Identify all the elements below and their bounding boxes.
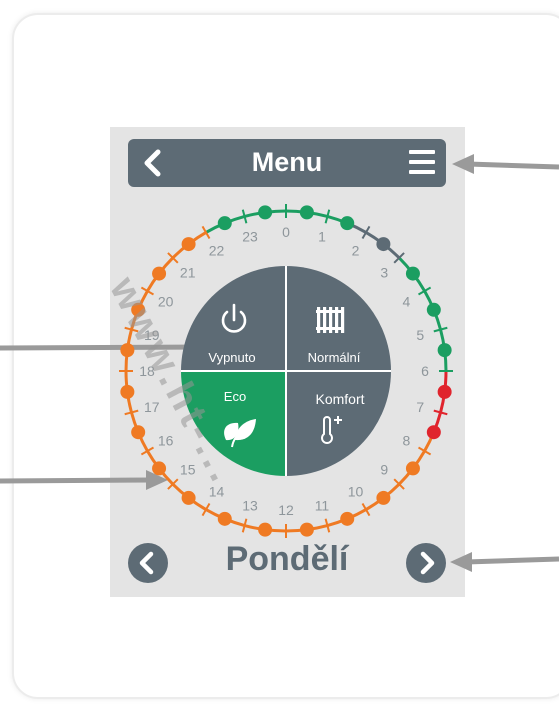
- prev-day-button[interactable]: [128, 543, 168, 583]
- schedule-point[interactable]: [217, 216, 232, 231]
- schedule-point[interactable]: [258, 522, 273, 537]
- schedule-point[interactable]: [426, 425, 441, 440]
- hour-label: 10: [348, 483, 364, 499]
- schedule-point[interactable]: [217, 511, 232, 526]
- schedule-point[interactable]: [258, 205, 273, 220]
- schedule-point[interactable]: [181, 237, 196, 252]
- hour-label: 12: [278, 502, 294, 518]
- hour-label: 23: [242, 229, 258, 245]
- chevron-left-icon: [139, 551, 154, 575]
- hour-label: 11: [315, 497, 330, 513]
- hour-label: 22: [209, 243, 225, 259]
- day-selector: Pondělí: [128, 540, 446, 590]
- schedule-point[interactable]: [376, 490, 391, 505]
- schedule-point[interactable]: [181, 490, 196, 505]
- hour-label: 9: [380, 461, 388, 477]
- mode-eco-label: Eco: [224, 389, 246, 404]
- schedule-point[interactable]: [152, 461, 167, 476]
- schedule-point[interactable]: [437, 343, 452, 358]
- schedule-point[interactable]: [131, 425, 146, 440]
- hour-label: 4: [402, 294, 410, 310]
- hour-label: 21: [180, 265, 196, 281]
- hour-label: 2: [352, 243, 360, 259]
- schedule-point[interactable]: [426, 302, 441, 317]
- hour-label: 7: [416, 399, 424, 415]
- hour-label: 13: [242, 497, 258, 513]
- schedule-point[interactable]: [405, 266, 420, 281]
- hour-label: 5: [416, 327, 424, 343]
- schedule-point[interactable]: [120, 384, 135, 399]
- hour-label: 3: [380, 265, 388, 281]
- chevron-right-icon: [420, 551, 435, 575]
- schedule-point[interactable]: [299, 205, 314, 220]
- schedule-point[interactable]: [299, 522, 314, 537]
- schedule-point[interactable]: [405, 461, 420, 476]
- hour-label: 1: [318, 229, 326, 245]
- schedule-point[interactable]: [340, 216, 355, 231]
- schedule-point[interactable]: [376, 237, 391, 252]
- hour-label: 0: [282, 224, 290, 240]
- hour-label: 17: [144, 399, 160, 415]
- mode-off-label: Vypnuto: [208, 350, 255, 365]
- schedule-point[interactable]: [437, 384, 452, 399]
- hour-label: 8: [402, 433, 410, 449]
- schedule-point[interactable]: [340, 511, 355, 526]
- hour-label: 16: [158, 433, 174, 449]
- schedule-wheel: 01234567891011121314151617181920212223: [0, 154, 559, 572]
- day-label: Pondělí: [225, 540, 349, 578]
- hour-label: 6: [421, 363, 429, 379]
- schedule-point[interactable]: [152, 266, 167, 281]
- next-day-button[interactable]: [406, 543, 446, 583]
- mode-comfort-label: Komfort: [315, 391, 364, 407]
- mode-normal-label: Normální: [308, 350, 361, 365]
